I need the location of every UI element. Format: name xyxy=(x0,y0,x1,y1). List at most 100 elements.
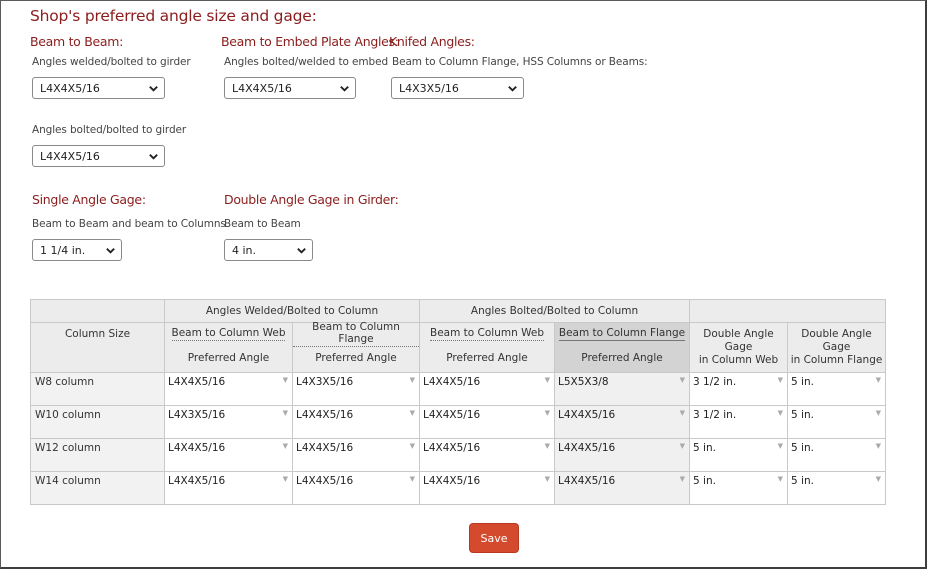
cell-value: L4X4X5/16 xyxy=(423,409,481,421)
triangle-down-icon: ▼ xyxy=(875,442,882,450)
bolted-flange-header[interactable]: Beam to Column Flange Preferred Angle xyxy=(553,322,691,373)
cell-select-c1[interactable]: L4X4X5/16 ▼ xyxy=(164,372,293,406)
cell-select-c4[interactable]: L4X4X5/16 ▼ xyxy=(553,471,691,505)
table-row: W14 column L4X4X5/16 ▼ L4X4X5/16 ▼ L4X4X5/16 ▼… xyxy=(30,471,887,505)
angles-welded-girder-select[interactable]: L4X4X5/16 xyxy=(32,77,165,99)
cell-value: L4X4X5/16 xyxy=(558,475,616,487)
cell-select-c3[interactable]: L4X4X5/16 ▼ xyxy=(419,438,555,472)
cell-select-c1[interactable]: L4X4X5/16 ▼ xyxy=(164,438,293,472)
beam-to-beam-heading: Beam to Beam: xyxy=(30,34,124,49)
angles-bolted-girder-label: Angles bolted/bolted to girder xyxy=(32,124,187,136)
triangle-down-icon: ▼ xyxy=(282,442,288,450)
cell-value: L4X3X5/16 xyxy=(296,376,354,388)
cell-value: L4X4X5/16 xyxy=(296,409,354,421)
cell-select-c3[interactable]: L4X4X5/16 ▼ xyxy=(419,372,555,406)
cell-value: L4X4X5/16 xyxy=(423,475,481,487)
cell-select-c4[interactable]: L4X4X5/16 ▼ xyxy=(553,405,691,439)
cell-select-c2[interactable]: L4X4X5/16 ▼ xyxy=(292,405,420,439)
bolted-flange-label: Beam to Column Flange xyxy=(558,326,686,341)
cell-select-c4[interactable]: L4X4X5/16 ▼ xyxy=(553,438,691,472)
cell-select-c6[interactable]: 5 in. ▼ xyxy=(787,471,887,505)
knifed-angles-heading: Knifed Angles: xyxy=(389,34,475,49)
cell-select-c5[interactable]: 5 in. ▼ xyxy=(689,438,789,472)
cell-select-c4[interactable]: L5X5X3/8 ▼ xyxy=(553,372,691,406)
cell-select-c3[interactable]: L4X4X5/16 ▼ xyxy=(419,471,555,505)
welded-web-header[interactable]: Beam to Column Web Preferred Angle xyxy=(164,322,293,373)
dbl-gage-web-line1: Double Angle Gage xyxy=(703,328,774,353)
preferred-angle-label: Preferred Angle xyxy=(446,351,528,364)
group-welded-header: Angles Welded/Bolted to Column xyxy=(164,299,420,323)
embed-select[interactable]: L4X4X5/16 xyxy=(224,77,356,99)
triangle-down-icon: ▼ xyxy=(544,475,550,483)
double-gage-select[interactable]: 4 in. xyxy=(224,239,313,261)
triangle-down-icon: ▼ xyxy=(875,409,882,417)
angles-bolted-girder-select[interactable]: L4X4X5/16 xyxy=(32,145,165,167)
row-column-size: W10 column xyxy=(30,405,165,439)
single-gage-select[interactable]: 1 1/4 in. xyxy=(32,239,122,261)
welded-flange-header[interactable]: Beam to Column Flange Preferred Angle xyxy=(292,321,420,373)
preferred-angle-label: Preferred Angle xyxy=(315,351,397,364)
cell-value: 5 in. xyxy=(791,409,814,421)
select-value: 1 1/4 in. xyxy=(40,243,86,257)
single-gage-heading: Single Angle Gage: xyxy=(32,192,146,207)
triangle-down-icon: ▼ xyxy=(679,376,686,384)
double-gage-heading: Double Angle Gage in Girder: xyxy=(224,192,399,207)
bolted-web-header[interactable]: Beam to Column Web Preferred Angle xyxy=(419,322,555,373)
dbl-gage-flange-line2: in Column Flange xyxy=(790,354,883,366)
cell-select-c2[interactable]: L4X4X5/16 ▼ xyxy=(292,471,420,505)
cell-value: L4X4X5/16 xyxy=(423,442,481,454)
row-column-size: W14 column xyxy=(30,471,165,505)
cell-select-c2[interactable]: L4X4X5/16 ▼ xyxy=(292,438,420,472)
triangle-down-icon: ▼ xyxy=(777,442,784,450)
cell-select-c1[interactable]: L4X3X5/16 ▼ xyxy=(164,405,293,439)
cell-value: L5X5X3/8 xyxy=(558,376,609,388)
select-value: L4X3X5/16 xyxy=(399,81,459,95)
cell-value: L4X4X5/16 xyxy=(423,376,481,388)
triangle-down-icon: ▼ xyxy=(282,409,288,417)
cell-value: 5 in. xyxy=(693,442,716,454)
cell-value: 5 in. xyxy=(791,475,814,487)
select-value: L4X4X5/16 xyxy=(40,81,100,95)
column-angles-table: Angles Welded/Bolted to Column Angles Bo… xyxy=(30,299,887,505)
triangle-down-icon: ▼ xyxy=(544,442,550,450)
triangle-down-icon: ▼ xyxy=(777,409,784,417)
angles-welded-girder-label: Angles welded/bolted to girder xyxy=(32,56,191,68)
cell-select-c6[interactable]: 5 in. ▼ xyxy=(787,438,887,472)
double-gage-label: Beam to Beam xyxy=(224,218,301,230)
triangle-down-icon: ▼ xyxy=(679,475,686,483)
cell-value: 5 in. xyxy=(791,442,814,454)
bolted-web-label: Beam to Column Web xyxy=(430,326,544,341)
triangle-down-icon: ▼ xyxy=(777,376,784,384)
group-gage-header xyxy=(689,299,887,323)
triangle-down-icon: ▼ xyxy=(409,409,415,417)
page-title: Shop's preferred angle size and gage: xyxy=(30,7,317,25)
cell-select-c6[interactable]: 5 in. ▼ xyxy=(787,405,887,439)
cell-select-c2[interactable]: L4X3X5/16 ▼ xyxy=(292,372,420,406)
row-column-size: W8 column xyxy=(30,372,165,406)
cell-select-c3[interactable]: L4X4X5/16 ▼ xyxy=(419,405,555,439)
welded-flange-label: Beam to Column Flange xyxy=(293,321,419,347)
cell-value: L4X3X5/16 xyxy=(168,409,226,421)
embed-plate-heading: Beam to Embed Plate Angles: xyxy=(221,34,399,49)
cell-select-c5[interactable]: 3 1/2 in. ▼ xyxy=(689,372,789,406)
cell-select-c1[interactable]: L4X4X5/16 ▼ xyxy=(164,471,293,505)
cell-select-c6[interactable]: 5 in. ▼ xyxy=(787,372,887,406)
save-button[interactable]: Save xyxy=(469,523,519,553)
select-value: L4X4X5/16 xyxy=(232,81,292,95)
cell-value: 5 in. xyxy=(693,475,716,487)
select-value: L4X4X5/16 xyxy=(40,149,100,163)
cell-select-c5[interactable]: 3 1/2 in. ▼ xyxy=(689,405,789,439)
table-row: W12 column L4X4X5/16 ▼ L4X4X5/16 ▼ L4X4X5/16 ▼… xyxy=(30,438,887,472)
dbl-gage-flange-line1: Double Angle Gage xyxy=(801,328,872,353)
table-row: W10 column L4X3X5/16 ▼ L4X4X5/16 ▼ L4X4X5/16 ▼… xyxy=(30,405,887,439)
triangle-down-icon: ▼ xyxy=(409,376,415,384)
select-value: 4 in. xyxy=(232,243,257,257)
single-gage-label: Beam to Beam and beam to Columns xyxy=(32,218,226,230)
chevron-down-icon xyxy=(297,248,306,254)
embed-label: Angles bolted/welded to embed xyxy=(224,56,389,68)
knifed-select[interactable]: L4X3X5/16 xyxy=(391,77,524,99)
cell-value: 3 1/2 in. xyxy=(693,376,737,388)
cell-select-c5[interactable]: 5 in. ▼ xyxy=(689,471,789,505)
dbl-gage-web-header: Double Angle Gage in Column Web xyxy=(689,322,789,373)
column-size-header: Column Size xyxy=(30,322,165,373)
